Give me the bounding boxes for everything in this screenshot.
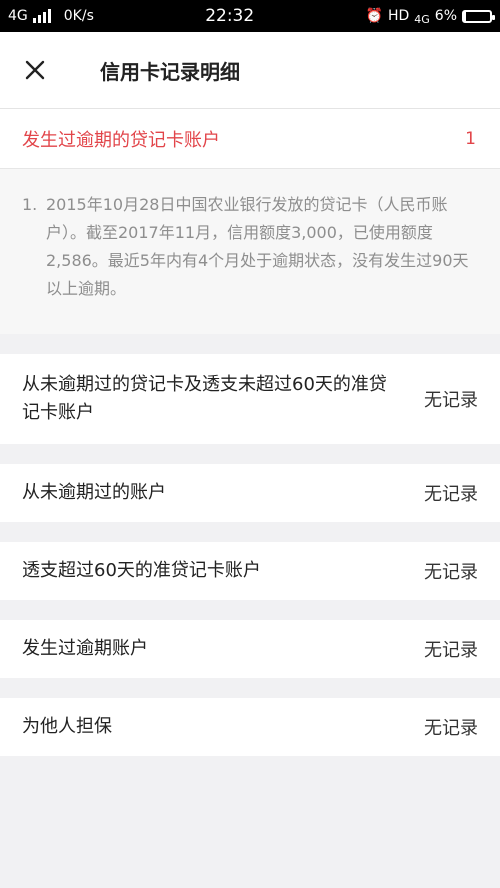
battery-fill xyxy=(464,11,466,21)
record-row-overdue-accounts[interactable]: 发生过逾期账户 无记录 xyxy=(0,620,500,678)
battery-icon xyxy=(462,9,495,23)
record-status: 无记录 xyxy=(424,640,478,661)
divider xyxy=(0,444,500,464)
overdue-count: 1 xyxy=(465,128,476,149)
record-label: 发生过逾期账户 xyxy=(22,638,148,659)
divider xyxy=(0,678,500,698)
overdue-section-title: 发生过逾期的贷记卡账户 xyxy=(22,129,220,151)
record-status: 无记录 xyxy=(424,718,478,739)
overdue-account-detail: 1. 2015年10月28日中国农业银行发放的贷记卡（人民币账户）。截至2017… xyxy=(0,169,500,334)
alarm-icon: ⏰ xyxy=(365,8,383,24)
close-button[interactable] xyxy=(0,32,70,109)
status-left: 4G 0K/s xyxy=(8,8,94,24)
record-status: 无记录 xyxy=(424,562,478,583)
signal-icon xyxy=(32,9,51,23)
record-status: 无记录 xyxy=(424,484,478,505)
status-bar: 4G 0K/s 22:32 ⏰ HD 4G 6% xyxy=(0,0,500,32)
status-right: ⏰ HD 4G 6% xyxy=(365,7,495,26)
hd-indicator: HD xyxy=(387,8,410,24)
record-row-overdraft-over-60-days[interactable]: 透支超过60天的准贷记卡账户 无记录 xyxy=(0,542,500,600)
divider xyxy=(0,334,500,354)
record-row-never-overdue-credit-cards[interactable]: 从未逾期过的贷记卡及透支未超过60天的准贷记卡账户 无记录 xyxy=(0,354,500,444)
page-header: 信用卡记录明细 xyxy=(0,32,500,109)
detail-index: 1. xyxy=(22,195,38,214)
divider xyxy=(0,522,500,542)
network-type: 4G xyxy=(8,8,28,24)
battery-percent: 6% xyxy=(434,8,457,24)
record-label: 从未逾期过的账户 xyxy=(22,482,166,503)
record-row-never-overdue-accounts[interactable]: 从未逾期过的账户 无记录 xyxy=(0,464,500,522)
network-type-2: 4G xyxy=(414,12,430,26)
record-status: 无记录 xyxy=(424,390,478,411)
record-label: 为他人担保 xyxy=(22,716,112,737)
page-title: 信用卡记录明细 xyxy=(100,59,240,84)
record-row-guarantee-for-others[interactable]: 为他人担保 无记录 xyxy=(0,698,500,756)
divider xyxy=(0,600,500,620)
close-icon xyxy=(25,60,45,80)
record-label: 透支超过60天的准贷记卡账户 xyxy=(22,560,261,581)
overdue-section-header: 发生过逾期的贷记卡账户 1 xyxy=(0,109,500,169)
network-speed: 0K/s xyxy=(63,8,94,24)
detail-text: 2015年10月28日中国农业银行发放的贷记卡（人民币账户）。截至2017年11… xyxy=(46,195,469,298)
clock: 22:32 xyxy=(205,6,255,26)
record-label: 从未逾期过的贷记卡及透支未超过60天的准贷记卡账户 xyxy=(22,374,387,423)
